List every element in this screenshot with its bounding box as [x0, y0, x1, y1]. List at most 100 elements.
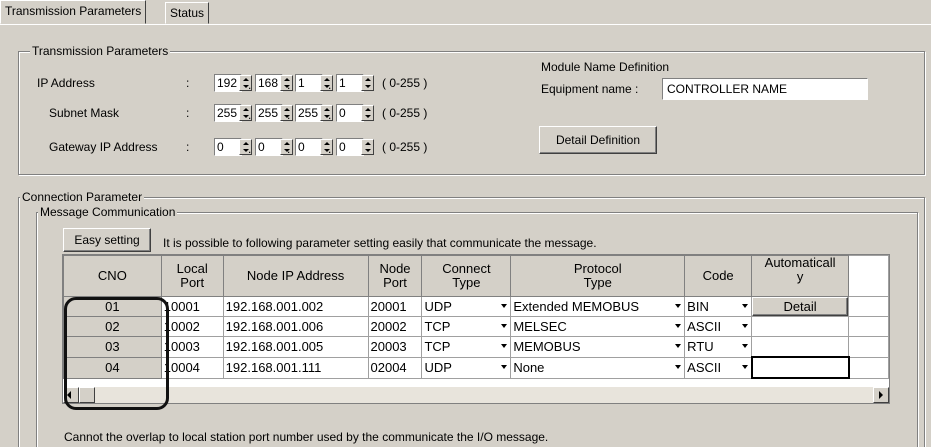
dropdown-arrow-icon[interactable] [672, 338, 684, 354]
ip-octet-2-input[interactable]: 168 [255, 74, 283, 92]
automatically-cell[interactable] [751, 316, 850, 337]
subnet-colon: : [186, 106, 190, 120]
code-dropdown[interactable]: ASCII [684, 356, 753, 379]
cno-cell[interactable]: 03 [63, 336, 162, 358]
dropdown-arrow-icon[interactable] [739, 298, 751, 314]
protocol-type-value: None [513, 360, 545, 375]
protocol-type-dropdown[interactable]: None [510, 356, 686, 379]
connect-type-value: TCP [424, 339, 451, 355]
table-row[interactable]: 02 10002 192.168.001.006 20002 TCP MELSE… [63, 316, 889, 337]
node-ip-cell[interactable]: 192.168.001.111 [222, 356, 369, 379]
code-dropdown[interactable]: BIN [684, 296, 753, 317]
automatically-cell-selected[interactable] [750, 356, 850, 379]
local-port-cell[interactable]: 10003 [160, 336, 224, 358]
header-line: Node [379, 261, 411, 276]
gateway-octet-4-input[interactable]: 0 [336, 138, 364, 156]
detail-button[interactable]: Detail [752, 297, 848, 316]
dropdown-arrow-icon[interactable] [498, 298, 510, 314]
connect-type-dropdown[interactable]: UDP [421, 356, 512, 379]
horizontal-scrollbar[interactable] [63, 386, 889, 403]
dropdown-arrow-icon[interactable] [498, 318, 510, 334]
detail-definition-button[interactable]: Detail Definition [539, 126, 657, 154]
code-value: RTU [687, 339, 714, 355]
scroll-thumb[interactable] [79, 387, 95, 403]
subnet-octet-3-input[interactable]: 255 [295, 104, 323, 122]
node-port-cell[interactable]: 02004 [367, 356, 423, 379]
message-table: CNO Local Port Node IP Address Node Port C… [63, 255, 889, 379]
message-grid: CNO Local Port Node IP Address Node Port C… [62, 254, 890, 404]
column-header-local-port: Local Port [160, 255, 224, 297]
tab-transmission-parameters[interactable]: Transmission Parameters [0, 0, 147, 24]
connect-type-value: TCP [424, 319, 451, 334]
equipment-name-input[interactable]: CONTROLLER NAME [662, 78, 868, 100]
connect-type-dropdown[interactable]: TCP [421, 316, 512, 337]
gateway-octet-2-input[interactable]: 0 [255, 138, 283, 156]
protocol-type-dropdown[interactable]: Extended MEMOBUS [510, 296, 686, 317]
header-line: y [796, 269, 804, 284]
node-port-cell[interactable]: 20001 [367, 296, 423, 317]
scroll-right-icon[interactable] [873, 387, 889, 403]
table-header-row: CNO Local Port Node IP Address Node Port C… [63, 255, 889, 297]
protocol-type-dropdown[interactable]: MEMOBUS [510, 336, 686, 358]
protocol-type-value: MEMOBUS [513, 339, 581, 355]
ip-address-label: IP Address [37, 76, 95, 90]
dropdown-arrow-icon[interactable] [498, 359, 510, 375]
node-port-cell[interactable]: 20003 [367, 336, 423, 358]
cno-cell[interactable]: 02 [63, 316, 162, 337]
easy-setting-hint: It is possible to following parameter se… [163, 236, 597, 250]
spin-arrows-icon[interactable] [361, 105, 374, 121]
cno-cell[interactable]: 01 [63, 296, 162, 317]
local-port-cell[interactable]: 10001 [160, 296, 224, 317]
gateway-octet-3-input[interactable]: 0 [295, 138, 323, 156]
gateway-colon: : [186, 140, 190, 154]
left-arrow-glyph [67, 391, 71, 399]
ip-colon: : [186, 76, 190, 90]
protocol-type-dropdown[interactable]: MELSEC [510, 316, 686, 337]
cno-cell[interactable]: 04 [63, 356, 162, 379]
node-port-cell[interactable]: 20002 [367, 316, 423, 337]
automatically-cell: Detail [751, 296, 850, 317]
message-communication-title: Message Communication [38, 205, 178, 219]
table-row[interactable]: 03 10003 192.168.001.005 20003 TCP MEMOB… [63, 336, 889, 358]
transmission-parameters-group [18, 51, 925, 175]
easy-setting-button[interactable]: Easy setting [63, 228, 151, 252]
dropdown-arrow-icon[interactable] [739, 318, 751, 334]
header-line: Automaticall [764, 255, 836, 270]
node-ip-cell[interactable]: 192.168.001.005 [222, 336, 369, 358]
column-header-connect-type: Connect Type [421, 255, 512, 297]
node-ip-cell[interactable]: 192.168.001.002 [222, 296, 369, 317]
column-header-node-port: Node Port [367, 255, 423, 297]
subnet-dot-1: . [248, 108, 252, 122]
dropdown-arrow-icon[interactable] [498, 338, 510, 354]
table-row[interactable]: 01 10001 192.168.001.002 20001 UDP Exten… [63, 296, 889, 317]
spin-arrows-icon[interactable] [361, 139, 374, 155]
column-header-cno: CNO [63, 255, 162, 297]
code-dropdown[interactable]: ASCII [684, 316, 753, 337]
connect-type-dropdown[interactable]: TCP [421, 336, 512, 358]
dropdown-arrow-icon[interactable] [739, 338, 751, 354]
gateway-octet-1-input[interactable]: 0 [214, 138, 242, 156]
tab-status[interactable]: Status [165, 2, 210, 24]
subnet-range-hint: ( 0-255 ) [382, 106, 428, 120]
subnet-octet-2-input[interactable]: 255 [255, 104, 283, 122]
dropdown-arrow-icon[interactable] [672, 318, 684, 334]
ip-octet-1-input[interactable]: 192 [214, 74, 242, 92]
local-port-cell[interactable]: 10002 [160, 316, 224, 337]
automatically-cell[interactable] [751, 336, 850, 358]
spin-arrows-icon[interactable] [361, 75, 374, 91]
dropdown-arrow-icon[interactable] [739, 359, 751, 375]
scroll-left-icon[interactable] [63, 387, 79, 403]
dropdown-arrow-icon[interactable] [672, 298, 684, 314]
ip-octet-3-input[interactable]: 1 [295, 74, 323, 92]
protocol-type-value: MELSEC [513, 319, 567, 334]
node-ip-cell[interactable]: 192.168.001.006 [222, 316, 369, 337]
equipment-name-label: Equipment name : [541, 82, 639, 96]
dropdown-arrow-icon[interactable] [672, 359, 684, 375]
subnet-octet-1-input[interactable]: 255 [214, 104, 242, 122]
local-port-cell[interactable]: 10004 [160, 356, 224, 379]
subnet-octet-4-input[interactable]: 0 [336, 104, 364, 122]
code-dropdown[interactable]: RTU [684, 336, 753, 358]
table-row[interactable]: 04 10004 192.168.001.111 02004 UDP None … [63, 356, 889, 379]
connect-type-dropdown[interactable]: UDP [421, 296, 512, 317]
ip-octet-4-input[interactable]: 1 [336, 74, 364, 92]
